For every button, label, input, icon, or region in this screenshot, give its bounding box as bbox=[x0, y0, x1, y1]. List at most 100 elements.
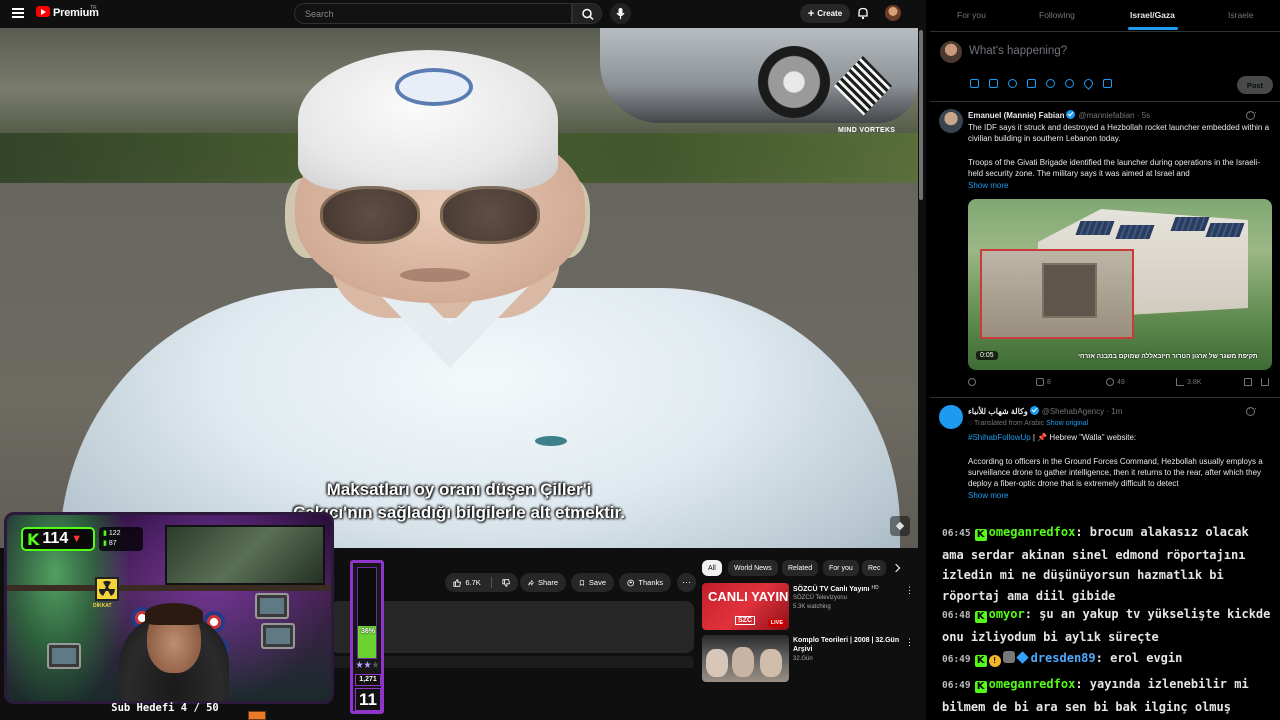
chat-message: 06:48 Komyor: şu an yakup tv yükselişte k… bbox=[942, 607, 1271, 644]
like-divider bbox=[490, 577, 492, 588]
video-frame-glasses-left bbox=[320, 186, 420, 244]
tweet-more-icon[interactable]: ⋯ bbox=[1248, 403, 1257, 414]
meter-percent: 36% bbox=[360, 628, 375, 635]
hd-badge: HD bbox=[871, 585, 879, 591]
gif-icon[interactable] bbox=[989, 79, 998, 88]
like-dislike-group[interactable]: 6.7K bbox=[445, 573, 518, 592]
video-player[interactable]: MIND VORTEKS Maksatları oy oranı düşen Ç… bbox=[0, 28, 918, 548]
youtube-logo-icon[interactable] bbox=[36, 6, 50, 17]
tweet[interactable]: وكالة شهاب للأنباء @ShehabAgency · 1m ⋯ ◌… bbox=[930, 398, 1280, 510]
description-box[interactable] bbox=[330, 601, 694, 653]
author-name[interactable]: Emanuel (Mannie) Fabian bbox=[968, 111, 1064, 120]
recommendation-menu-icon[interactable]: ⋮ bbox=[905, 585, 914, 596]
tweet-avatar[interactable] bbox=[939, 405, 963, 429]
recommendation-item[interactable]: CANLI YAYIN SZC LIVE SÖZCÜ TV Canlı Yayı… bbox=[702, 583, 914, 631]
kick-logo-icon: K bbox=[27, 529, 40, 549]
reply-button[interactable] bbox=[968, 378, 979, 386]
views-button[interactable]: 3.8K bbox=[1176, 378, 1201, 386]
tweet-text: The IDF says it struck and destroyed a H… bbox=[968, 123, 1270, 144]
recommendation-menu-icon[interactable]: ⋮ bbox=[905, 637, 914, 648]
share-button[interactable]: Share bbox=[520, 573, 566, 592]
chat-message: 06:45 Komeganredfox: brocum alakasız olac… bbox=[942, 525, 1249, 603]
flag-icon[interactable] bbox=[1103, 79, 1112, 88]
schedule-icon[interactable] bbox=[1065, 79, 1074, 88]
voice-search-button[interactable] bbox=[610, 3, 631, 24]
chat-username[interactable]: omeganredfox bbox=[989, 677, 1076, 691]
chat-message: 06:49 Komeganredfox: yayında izlenebilir … bbox=[942, 677, 1249, 714]
more-actions-button[interactable]: ⋯ bbox=[677, 573, 696, 592]
chat-username[interactable]: omyor bbox=[989, 607, 1025, 621]
recommendation-thumbnail[interactable] bbox=[702, 635, 789, 682]
comments-preview[interactable] bbox=[330, 656, 694, 668]
tweet-media-video[interactable]: 0:05 תקיפת משגר של ארגון הטרור חיזבאללה … bbox=[968, 199, 1272, 370]
repost-button[interactable]: 8 bbox=[1036, 378, 1051, 386]
tab-israel-gaza[interactable]: Israel/Gaza bbox=[1130, 10, 1175, 20]
verified-icon bbox=[1029, 406, 1039, 415]
kick-badge-icon: K bbox=[974, 655, 987, 667]
tweet-avatar[interactable] bbox=[939, 109, 963, 133]
thumbs-down-icon[interactable] bbox=[502, 578, 510, 588]
live-badge: LIVE bbox=[767, 619, 786, 627]
post-button[interactable]: Post bbox=[1237, 76, 1273, 94]
tab-following[interactable]: Following bbox=[1039, 10, 1075, 20]
tweet-actions: 8 49 3.8K bbox=[968, 378, 1273, 390]
chat-username[interactable]: omeganredfox bbox=[989, 525, 1076, 539]
compose-avatar[interactable] bbox=[940, 41, 962, 63]
chat-username[interactable]: dresden89 bbox=[1031, 651, 1096, 665]
show-more-link[interactable]: Show more bbox=[968, 181, 1008, 190]
page-scrollbar[interactable] bbox=[919, 30, 923, 200]
chip-for-you[interactable]: For you bbox=[823, 560, 859, 576]
notifications-icon[interactable] bbox=[856, 6, 870, 20]
compose-input[interactable]: What's happening? bbox=[969, 45, 1067, 57]
player-settings-button[interactable] bbox=[890, 516, 910, 536]
author-handle[interactable]: @ShehabAgency · 1m bbox=[1042, 407, 1123, 416]
bookmark-button[interactable] bbox=[1244, 378, 1252, 386]
save-icon bbox=[579, 579, 585, 586]
tweet-text: Troops of the Givati Brigade identified … bbox=[968, 158, 1260, 179]
emoji-icon[interactable] bbox=[1046, 79, 1055, 88]
thanks-label: Thanks bbox=[638, 578, 663, 587]
create-button[interactable]: + Create bbox=[800, 4, 850, 23]
meter-widget: 36% 1,271 11 bbox=[350, 560, 384, 714]
search-icon bbox=[582, 8, 594, 21]
chevron-right-icon[interactable] bbox=[891, 563, 901, 573]
hashtag-link[interactable]: #ShihabFollowUp bbox=[968, 433, 1031, 442]
tab-israele[interactable]: Israele bbox=[1228, 10, 1254, 20]
like-button[interactable]: 49 bbox=[1106, 378, 1125, 386]
search-button[interactable] bbox=[572, 3, 602, 24]
chip-related[interactable]: Related bbox=[782, 560, 819, 576]
thumbs-up-icon[interactable] bbox=[453, 578, 462, 588]
media-solar-panel bbox=[1075, 221, 1115, 235]
recommendation-title[interactable]: Komplo Teorileri | 2008 | 32.Gün Arşivi bbox=[793, 636, 903, 654]
author-handle[interactable]: @manniefabian · 5s bbox=[1078, 111, 1150, 120]
tab-for-you[interactable]: For you bbox=[957, 10, 986, 20]
menu-icon[interactable] bbox=[12, 8, 24, 18]
chip-world-news[interactable]: World News bbox=[728, 560, 778, 576]
recommendation-item[interactable]: Komplo Teorileri | 2008 | 32.Gün Arşivi … bbox=[702, 635, 914, 683]
recommendation-thumbnail[interactable]: CANLI YAYIN SZC LIVE bbox=[702, 583, 789, 630]
recommendation-title[interactable]: SÖZCÜ TV Canlı Yayını HD bbox=[793, 584, 903, 594]
kick-viewer-count: 114 bbox=[42, 530, 69, 547]
image-icon[interactable] bbox=[970, 79, 979, 88]
chip-all[interactable]: All bbox=[702, 560, 722, 576]
show-original-link[interactable]: Show original bbox=[1046, 420, 1088, 427]
show-more-link[interactable]: Show more bbox=[968, 491, 1008, 500]
tweet-author[interactable]: Emanuel (Mannie) Fabian @manniefabian · 5… bbox=[968, 110, 1150, 120]
location-icon[interactable] bbox=[1082, 77, 1095, 90]
poll-icon[interactable] bbox=[1027, 79, 1036, 88]
tweet-author[interactable]: وكالة شهاب للأنباء @ShehabAgency · 1m bbox=[968, 406, 1122, 416]
save-button[interactable]: Save bbox=[571, 573, 614, 592]
share-tweet-button[interactable] bbox=[1261, 378, 1269, 386]
tweet-more-icon[interactable]: ⋯ bbox=[1248, 107, 1257, 118]
grok-icon[interactable] bbox=[1008, 79, 1017, 88]
recommendation-channel[interactable]: 32.Gün bbox=[793, 656, 813, 662]
thanks-button[interactable]: Thanks bbox=[619, 573, 671, 592]
repost-count: 8 bbox=[1047, 378, 1051, 386]
recommendation-channel[interactable]: SÖZCÜ Televizyonu bbox=[793, 595, 847, 601]
tweet[interactable]: Emanuel (Mannie) Fabian @manniefabian · 5… bbox=[930, 102, 1280, 398]
search-input[interactable]: Search bbox=[294, 3, 572, 24]
chip-recent[interactable]: Rec bbox=[862, 560, 886, 576]
author-name[interactable]: وكالة شهاب للأنباء bbox=[968, 407, 1028, 416]
sub-badge-icon bbox=[1002, 651, 1015, 663]
account-avatar[interactable] bbox=[885, 5, 901, 21]
